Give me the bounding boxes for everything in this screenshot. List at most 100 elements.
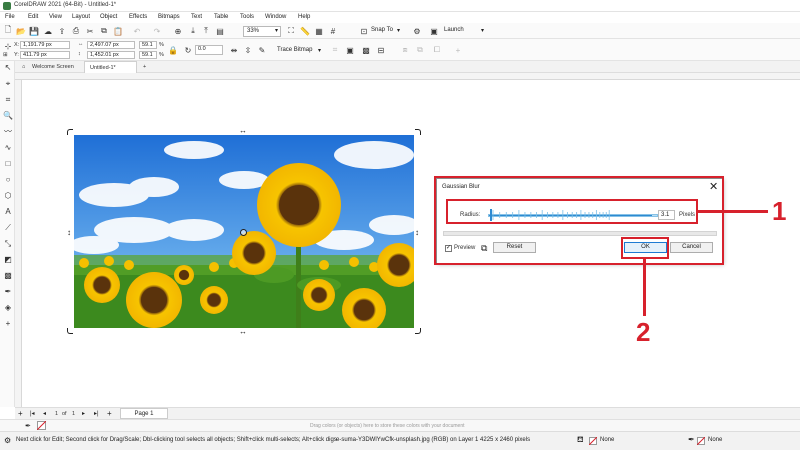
scale-width-field[interactable]: 59.1 — [139, 41, 157, 49]
eyedropper-tool-icon[interactable]: ✒ — [3, 287, 13, 297]
add-icon[interactable]: + — [453, 45, 463, 55]
handle-bottom-left[interactable] — [67, 328, 73, 334]
trace-bitmap-chevron-icon[interactable]: ▾ — [318, 47, 321, 54]
options-gear-icon[interactable]: ⚙ — [412, 26, 422, 36]
menu-window[interactable]: Window — [265, 14, 286, 20]
zoom-tool-icon[interactable]: 🔍 — [3, 111, 13, 121]
parallel-dimension-icon[interactable]: ⟋ — [3, 223, 13, 233]
print-icon[interactable]: ⎙ — [71, 26, 81, 36]
pick-tool-icon[interactable]: ↖ — [3, 63, 13, 73]
y-position-field[interactable]: 411.79 px — [20, 51, 70, 59]
snap-to-chevron-icon[interactable]: ▾ — [397, 27, 400, 34]
combine-icon[interactable]: ⧈ — [400, 45, 410, 55]
rulers-icon[interactable]: 📏 — [300, 26, 310, 36]
tab-untitled-1[interactable]: Untitled-1* — [84, 61, 137, 73]
x-position-field[interactable]: 1,191.79 px — [20, 41, 70, 49]
copy-icon[interactable]: ⧉ — [99, 26, 109, 36]
artistic-media-icon[interactable]: ∿ — [3, 143, 13, 153]
export-icon[interactable]: ⤒ — [201, 26, 211, 36]
first-page-icon[interactable]: |◂ — [30, 410, 35, 417]
snap-to-icon[interactable]: ⊡ — [359, 26, 369, 36]
paste-icon[interactable]: 📋 — [113, 26, 123, 36]
handle-top-right[interactable] — [415, 129, 421, 135]
menu-layout[interactable]: Layout — [72, 14, 90, 20]
add-tool-icon[interactable]: + — [3, 319, 13, 329]
no-color-swatch[interactable] — [37, 421, 46, 430]
group-icon[interactable]: ⧉ — [415, 45, 425, 55]
page-1-tab[interactable]: Page 1 — [120, 408, 168, 419]
grid-icon[interactable]: ▦ — [314, 26, 324, 36]
mirror-horizontal-icon[interactable]: ⇹ — [229, 45, 239, 55]
drop-shadow-icon[interactable]: ◩ — [3, 255, 13, 265]
menu-tools[interactable]: Tools — [240, 14, 254, 20]
tab-welcome-screen[interactable]: Welcome Screen — [27, 61, 84, 73]
crop-bitmap-icon[interactable]: ⌗ — [330, 45, 340, 55]
cloud-upload-icon[interactable]: ⇪ — [57, 26, 67, 36]
open-icon[interactable]: 📂 — [16, 26, 26, 36]
last-page-icon[interactable]: ▸| — [94, 410, 99, 417]
scale-height-field[interactable]: 59.1 — [139, 51, 157, 59]
horizontal-ruler[interactable] — [15, 73, 800, 80]
previous-page-icon[interactable]: ◂ — [43, 410, 46, 417]
rotation-field[interactable]: 0.0 — [195, 45, 223, 55]
connector-tool-icon[interactable]: ⤡ — [3, 239, 13, 249]
bitmap-color-mask-icon[interactable]: ▩ — [361, 45, 371, 55]
launch-icon[interactable]: ▣ — [429, 26, 439, 36]
menu-object[interactable]: Object — [100, 14, 117, 20]
transparency-tool-icon[interactable]: ▩ — [3, 271, 13, 281]
handle-top-left[interactable] — [67, 129, 73, 135]
launch-menu[interactable]: Launch — [444, 27, 464, 33]
fill-swatch[interactable] — [589, 437, 597, 445]
menu-bitmaps[interactable]: Bitmaps — [158, 14, 180, 20]
ellipse-tool-icon[interactable]: ○ — [3, 175, 13, 185]
mirror-vertical-icon[interactable]: ⇳ — [243, 45, 253, 55]
guidelines-icon[interactable]: # — [328, 26, 338, 36]
rectangle-tool-icon[interactable]: □ — [3, 159, 13, 169]
align-objects-icon[interactable]: ⊟ — [376, 45, 386, 55]
lock-ratio-icon[interactable]: 🔒 — [168, 45, 178, 55]
menu-edit[interactable]: Edit — [28, 14, 38, 20]
freehand-tool-icon[interactable]: 〰 — [3, 127, 13, 137]
handle-top-middle-icon[interactable]: ↔ — [239, 127, 247, 135]
polygon-tool-icon[interactable]: ⬡ — [3, 191, 13, 201]
snap-to-menu[interactable]: Snap To — [371, 27, 393, 33]
new-document-icon[interactable]: 🗋 — [3, 25, 13, 36]
cut-icon[interactable]: ✂ — [85, 26, 95, 36]
height-field[interactable]: 1,452.01 px — [87, 51, 135, 59]
menu-effects[interactable]: Effects — [129, 14, 147, 20]
vertical-ruler[interactable] — [15, 80, 22, 407]
save-icon[interactable]: 💾 — [29, 26, 39, 36]
text-tool-icon[interactable]: A — [3, 207, 13, 217]
handle-bottom-right[interactable] — [415, 328, 421, 334]
zoom-level-select[interactable]: 33% ▾ — [243, 25, 281, 37]
export-pdf-icon[interactable]: ▤ — [215, 26, 225, 36]
outline-swatch[interactable] — [697, 437, 705, 445]
width-field[interactable]: 2,497.07 px — [87, 41, 135, 49]
launch-chevron-icon[interactable]: ▾ — [481, 27, 484, 34]
menu-view[interactable]: View — [49, 14, 62, 20]
center-of-rotation-icon[interactable] — [240, 229, 247, 236]
trace-bitmap-button[interactable]: Trace Bitmap — [277, 47, 312, 53]
eyedropper-icon[interactable]: ✒ — [25, 422, 31, 430]
search-content-icon[interactable]: ⊕ — [173, 26, 183, 36]
next-page-icon[interactable]: ▸ — [82, 410, 85, 417]
redo-icon[interactable]: ↷ — [152, 26, 162, 36]
import-icon[interactable]: ⤓ — [188, 26, 198, 36]
fill-bucket-icon[interactable]: ⛾ — [577, 435, 584, 445]
full-screen-icon[interactable]: ⛶ — [286, 26, 296, 36]
interactive-fill-icon[interactable]: ◈ — [3, 303, 13, 313]
menu-file[interactable]: File — [5, 14, 15, 20]
menu-help[interactable]: Help — [298, 14, 310, 20]
handle-bottom-middle-icon[interactable]: ↔ — [239, 328, 247, 336]
menu-text[interactable]: Text — [191, 14, 202, 20]
crop-tool-icon[interactable]: ⌗ — [3, 95, 13, 105]
ungroup-icon[interactable]: ⧠ — [432, 45, 442, 55]
add-page-end-icon[interactable]: + — [107, 409, 112, 418]
resample-icon[interactable]: ▣ — [345, 45, 355, 55]
cloud-icon[interactable]: ☁ — [43, 26, 53, 36]
menu-table[interactable]: Table — [214, 14, 228, 20]
edit-bitmap-icon[interactable]: ✎ — [257, 45, 267, 55]
add-page-icon[interactable]: + — [18, 409, 23, 418]
handle-left-middle-icon[interactable]: ↕ — [67, 229, 71, 237]
undo-icon[interactable]: ↶ — [132, 26, 142, 36]
